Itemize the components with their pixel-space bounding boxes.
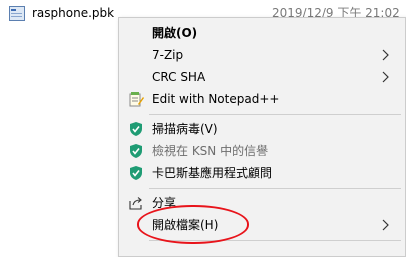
notepad-plus-plus-icon [129, 92, 144, 107]
menu-item-crc-sha-label: CRC SHA [152, 70, 206, 84]
menu-item-edit-notepad-label: Edit with Notepad++ [152, 92, 280, 106]
menu-item-edit-notepad[interactable]: Edit with Notepad++ [119, 88, 405, 110]
menu-item-scan-virus-label: 掃描病毒(V) [152, 122, 218, 136]
chevron-right-icon [382, 71, 389, 83]
menu-item-ksn[interactable]: 檢視在 KSN 中的信譽 [119, 140, 405, 162]
menu-item-scan-virus[interactable]: 掃描病毒(V) [119, 118, 405, 140]
file-icon [9, 6, 25, 21]
menu-separator [149, 114, 401, 115]
menu-item-open-label: 開啟(O) [152, 26, 198, 40]
menu-separator [149, 188, 401, 189]
menu-separator [149, 240, 401, 241]
menu-item-share[interactable]: 分享 [119, 192, 405, 214]
menu-item-open-with[interactable]: 開啟檔案(H) [119, 214, 405, 236]
file-name: rasphone.pbk [32, 6, 115, 20]
context-menu: 開啟(O) 7-Zip CRC SHA Edit with Notepad++ … [118, 17, 406, 257]
chevron-right-icon [382, 49, 389, 61]
menu-item-open-with-label: 開啟檔案(H) [152, 218, 219, 232]
kaspersky-shield-icon [130, 144, 142, 158]
menu-item-share-label: 分享 [152, 196, 177, 210]
share-icon [129, 197, 142, 210]
menu-item-7zip[interactable]: 7-Zip [119, 44, 405, 66]
chevron-right-icon [382, 219, 389, 231]
menu-item-open[interactable]: 開啟(O) [119, 22, 405, 44]
menu-item-kaspersky-consult-label: 卡巴斯基應用程式顧問 [152, 166, 273, 180]
kaspersky-shield-icon [130, 166, 142, 180]
kaspersky-shield-icon [130, 122, 142, 136]
menu-item-ksn-label: 檢視在 KSN 中的信譽 [152, 144, 269, 158]
menu-item-crc-sha[interactable]: CRC SHA [119, 66, 405, 88]
menu-item-kaspersky-consult[interactable]: 卡巴斯基應用程式顧問 [119, 162, 405, 184]
menu-item-7zip-label: 7-Zip [152, 48, 184, 62]
